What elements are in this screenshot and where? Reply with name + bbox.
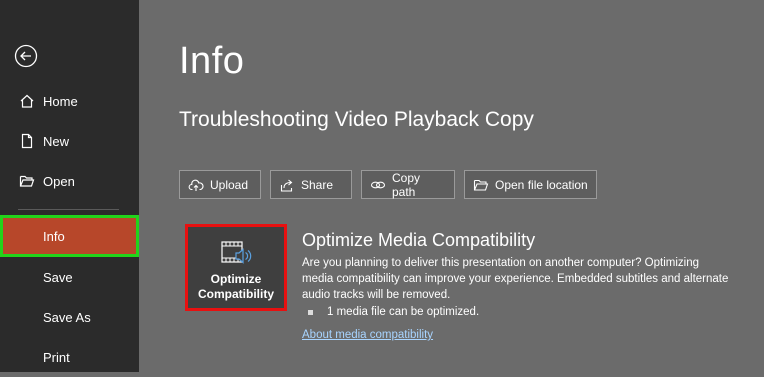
optimize-button-label: Optimize Compatibility	[188, 272, 284, 302]
open-file-location-label: Open file location	[495, 177, 588, 192]
new-document-icon	[18, 132, 36, 150]
link-icon	[370, 177, 386, 193]
upload-cloud-icon	[188, 177, 204, 193]
nav-item-label: Save As	[43, 309, 91, 325]
optimize-bullet: 1 media file can be optimized.	[308, 306, 479, 318]
optimize-bullet-text: 1 media file can be optimized.	[327, 306, 480, 318]
back-button[interactable]	[14, 44, 38, 68]
bullet-icon	[308, 309, 313, 315]
about-media-compatibility-link[interactable]: About media compatibility	[302, 329, 433, 341]
nav-item-label: Save	[43, 269, 73, 285]
upload-button[interactable]: Upload	[179, 170, 261, 199]
share-label: Share	[301, 177, 334, 192]
nav-item-save-as[interactable]: Save As	[0, 297, 139, 337]
backstage-sidebar: Home New Open Info Save Save As Print	[0, 0, 139, 372]
nav-item-label: Open	[43, 173, 75, 189]
copy-path-button[interactable]: Copy path	[361, 170, 455, 199]
optimize-compatibility-button[interactable]: Optimize Compatibility	[185, 224, 287, 311]
optimize-section-description: Are you planning to deliver this present…	[302, 257, 729, 301]
optimize-label-line2: Compatibility	[197, 287, 274, 301]
nav-item-label: Print	[43, 349, 70, 365]
upload-label: Upload	[210, 177, 249, 192]
nav-item-save[interactable]: Save	[0, 257, 139, 297]
nav-item-open[interactable]: Open	[0, 161, 139, 201]
open-file-location-button[interactable]: Open file location	[464, 170, 597, 199]
share-icon	[279, 177, 295, 193]
nav-item-print[interactable]: Print	[0, 337, 139, 377]
share-button[interactable]: Share	[270, 170, 352, 199]
back-arrow-icon	[14, 44, 38, 68]
nav-item-label: New	[43, 133, 70, 149]
nav-item-label: Home	[43, 93, 78, 109]
nav-item-label: Info	[43, 228, 65, 244]
nav-item-info[interactable]: Info	[0, 215, 139, 257]
nav-item-home[interactable]: Home	[0, 81, 139, 121]
nav-divider	[18, 209, 119, 210]
optimize-section-heading: Optimize Media Compatibility	[302, 230, 536, 250]
document-title: Troubleshooting Video Playback Copy	[179, 108, 534, 131]
home-icon	[18, 92, 36, 110]
copy-path-label: Copy path	[392, 170, 421, 199]
nav-item-new[interactable]: New	[0, 121, 139, 161]
folder-icon	[473, 177, 489, 193]
media-audio-icon	[221, 241, 252, 264]
open-folder-icon	[18, 172, 36, 190]
optimize-label-line1: Optimize	[210, 272, 262, 286]
page-title: Info	[179, 40, 245, 82]
